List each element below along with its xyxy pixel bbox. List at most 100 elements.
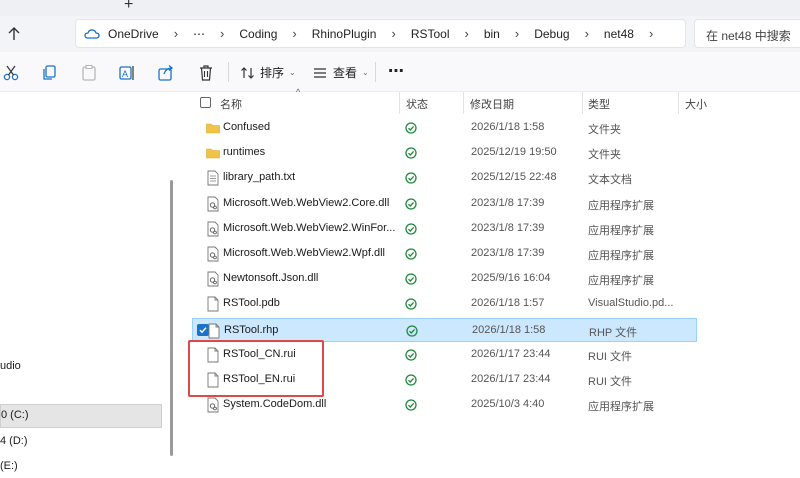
dll-icon — [206, 221, 220, 237]
file-type: 文件夹 — [588, 149, 621, 161]
file-type: RUI 文件 — [588, 376, 632, 388]
paste-icon[interactable] — [80, 64, 98, 82]
file-name: Newtonsoft.Json.dll — [223, 272, 319, 284]
folder-icon — [206, 145, 220, 161]
sort-button[interactable]: 排序 ⌄ — [240, 64, 296, 81]
file-row-newtonsoft-json-dll[interactable]: Newtonsoft.Json.dll 2025/9/16 16:04 应用程序扩展 — [192, 267, 697, 291]
column-divider[interactable] — [463, 92, 464, 114]
file-row-library-path-txt[interactable]: library_path.txt 2025/12/15 22:48 文本文档 — [192, 166, 697, 190]
file-modified-date: 2025/12/19 19:50 — [471, 146, 557, 158]
more-options-button[interactable]: ⋯ — [388, 61, 404, 81]
delete-icon[interactable] — [197, 64, 215, 82]
nav-item-drive-c[interactable]: 0 (C:) — [0, 404, 162, 428]
column-header-modified[interactable]: 修改日期 — [470, 92, 514, 114]
file-row-confused[interactable]: Confused 2026/1/18 1:58 文件夹 — [192, 116, 697, 140]
share-icon[interactable] — [157, 64, 175, 82]
file-name: System.CodeDom.dll — [223, 398, 327, 410]
file-modified-date: 2026/1/18 1:58 — [471, 121, 545, 133]
toolbar-divider — [375, 62, 376, 82]
file-modified-date: 2025/10/3 4:40 — [471, 398, 545, 410]
sync-status-icon — [405, 399, 417, 411]
nav-item-drive-e[interactable]: (E:) — [0, 456, 162, 478]
chevron-right-icon: › — [464, 26, 469, 41]
column-header-type[interactable]: 类型 — [588, 92, 610, 114]
breadcrumb-rstool[interactable]: RSTool — [407, 20, 454, 47]
sync-status-icon — [405, 248, 417, 260]
breadcrumb-rhinoplugin[interactable]: RhinoPlugin — [308, 20, 381, 47]
text-icon — [206, 170, 220, 186]
sync-status-icon — [405, 273, 417, 285]
chevron-down-icon: ⌄ — [362, 68, 369, 77]
file-name: RSTool.rhp — [224, 324, 279, 336]
rename-icon[interactable]: A — [118, 64, 136, 82]
file-type: 应用程序扩展 — [588, 225, 654, 237]
file-icon — [207, 323, 221, 339]
dll-icon — [206, 271, 220, 287]
file-type: 应用程序扩展 — [588, 275, 654, 287]
breadcrumb-ellipsis[interactable]: ⋯ — [189, 20, 209, 47]
breadcrumb-net48[interactable]: net48 — [600, 20, 638, 47]
nav-scrollbar[interactable] — [170, 180, 173, 456]
sort-ascending-icon: ^ — [296, 87, 301, 97]
file-row-runtimes[interactable]: runtimes 2025/12/19 19:50 文件夹 — [192, 141, 697, 165]
dll-icon — [206, 196, 220, 212]
file-name: runtimes — [223, 146, 266, 158]
file-modified-date: 2023/1/8 17:39 — [471, 222, 545, 234]
chevron-right-icon: › — [391, 26, 396, 41]
tab-strip: + — [0, 0, 800, 16]
breadcrumb-coding[interactable]: Coding — [235, 20, 281, 47]
chevron-right-icon: › — [220, 26, 225, 41]
sync-status-icon — [405, 349, 417, 361]
up-arrow-icon[interactable] — [4, 24, 24, 44]
file-modified-date: 2025/9/16 16:04 — [471, 272, 551, 284]
file-modified-date: 2026/1/17 23:44 — [471, 373, 551, 385]
onedrive-cloud-icon — [84, 28, 100, 39]
file-type: RUI 文件 — [588, 351, 632, 363]
sync-status-icon — [405, 223, 417, 235]
select-all-checkbox[interactable] — [200, 97, 211, 108]
svg-text:A: A — [122, 69, 128, 79]
file-row-rstool-pdb[interactable]: RSTool.pdb 2026/1/18 1:57 VisualStudio.pd.… — [192, 292, 697, 316]
file-icon — [206, 296, 220, 312]
column-divider[interactable] — [678, 92, 679, 114]
sync-status-icon — [405, 172, 417, 184]
sort-label: 排序 — [260, 66, 285, 80]
column-divider[interactable] — [582, 92, 583, 114]
folder-icon — [206, 120, 220, 136]
column-header-size[interactable]: 大小 — [685, 92, 707, 114]
file-modified-date: 2026/1/18 1:57 — [471, 297, 545, 309]
search-input[interactable]: 在 net48 中搜索 — [694, 19, 800, 48]
file-row-microsoft-web-webview2-wpf-dll[interactable]: Microsoft.Web.WebView2.Wpf.dll 2023/1/8 1… — [192, 242, 697, 266]
cut-icon[interactable] — [2, 64, 20, 82]
new-tab-button[interactable]: + — [124, 0, 133, 14]
chevron-right-icon[interactable]: › — [638, 26, 664, 41]
column-divider[interactable] — [399, 92, 400, 114]
file-name: Microsoft.Web.WebView2.Core.dll — [223, 197, 390, 209]
file-modified-date: 2026/1/18 1:58 — [472, 324, 546, 336]
command-bar: A 排序 ⌄ 查看 ⌄ ⋯ — [0, 52, 800, 92]
nav-item-studio[interactable]: udio — [0, 356, 162, 378]
copy-icon[interactable] — [40, 64, 58, 82]
navigation-pane: udio 0 (C:) 4 (D:) (E:) — [0, 92, 178, 472]
file-row-microsoft-web-webview2-core-dll[interactable]: Microsoft.Web.WebView2.Core.dll 2023/1/8 … — [192, 192, 697, 216]
file-modified-date: 2023/1/8 17:39 — [471, 197, 545, 209]
toolbar-divider — [228, 62, 229, 82]
breadcrumb-debug[interactable]: Debug — [530, 20, 573, 47]
chevron-right-icon: › — [514, 26, 520, 41]
nav-item-drive-d[interactable]: 4 (D:) — [0, 431, 162, 453]
view-button[interactable]: 查看 ⌄ — [312, 64, 369, 81]
breadcrumb-onedrive[interactable]: OneDrive — [104, 20, 163, 47]
file-type: 文本文档 — [588, 174, 632, 186]
chevron-right-icon: › — [292, 26, 297, 41]
sort-icon — [241, 66, 254, 79]
file-list: ^ 名称 状态 修改日期 类型 大小 Confused 2026/1/18 1:5… — [178, 87, 800, 469]
file-row-microsoft-web-webview2-winfor[interactable]: Microsoft.Web.WebView2.WinFor... 2023/1/8… — [192, 217, 697, 241]
file-modified-date: 2023/1/8 17:39 — [471, 247, 545, 259]
file-name: library_path.txt — [223, 171, 296, 183]
column-header-status[interactable]: 状态 — [406, 92, 428, 114]
file-row-rstool-rhp[interactable]: RSTool.rhp 2026/1/18 1:58 RHP 文件 — [192, 318, 697, 342]
address-bar[interactable]: OneDrive › ⋯ › Coding › RhinoPlugin › RS… — [75, 19, 686, 48]
breadcrumb-bin[interactable]: bin — [480, 20, 504, 47]
file-type: RHP 文件 — [589, 327, 638, 339]
column-header-name[interactable]: 名称 — [220, 92, 242, 114]
